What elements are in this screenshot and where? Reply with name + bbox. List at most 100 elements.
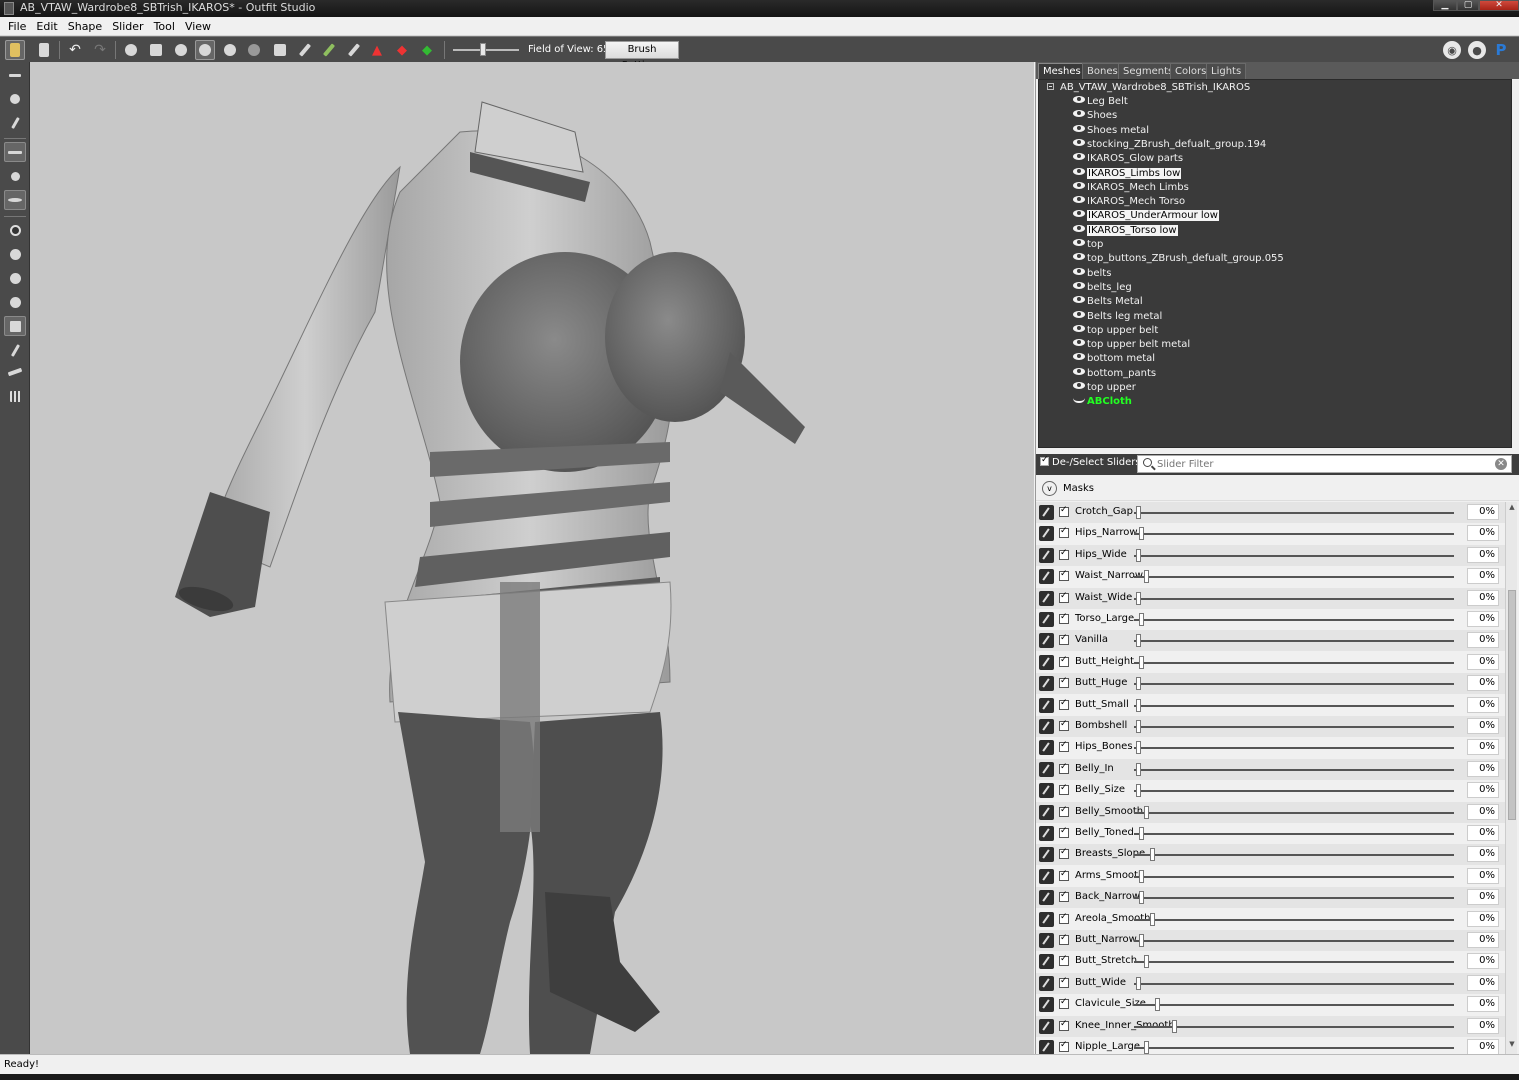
tree-item[interactable]: Shoes metal xyxy=(1073,124,1149,138)
edit-slider-icon[interactable] xyxy=(1039,1018,1054,1034)
slider-checkbox[interactable] xyxy=(1059,954,1069,967)
skeleton-icon[interactable] xyxy=(34,40,54,60)
tree-item[interactable]: IKAROS_Torso low xyxy=(1073,224,1178,238)
slider-value[interactable]: 0% xyxy=(1467,1017,1499,1034)
slider-thumb[interactable] xyxy=(1149,912,1155,926)
slider-thumb[interactable] xyxy=(1144,1041,1150,1054)
edit-slider-icon[interactable] xyxy=(1039,547,1054,563)
slider-value[interactable]: 0% xyxy=(1467,889,1499,906)
tree-item[interactable]: top upper xyxy=(1073,382,1136,395)
tree-item[interactable]: Belts leg metal xyxy=(1073,310,1162,324)
slider-track[interactable] xyxy=(1134,683,1454,686)
slider-checkbox[interactable] xyxy=(1059,762,1069,774)
minimize-button[interactable]: ▁ xyxy=(1433,0,1457,11)
slider-checkbox[interactable] xyxy=(1059,847,1069,860)
slider-track[interactable] xyxy=(1134,768,1454,771)
slider-track[interactable] xyxy=(1134,726,1454,728)
slider-thumb[interactable] xyxy=(1136,784,1141,798)
slider-value[interactable]: 0% xyxy=(1467,696,1499,713)
slider-filter-input[interactable] xyxy=(1157,457,1487,471)
slider-track[interactable] xyxy=(1134,661,1454,664)
slider-checkbox[interactable] xyxy=(1059,912,1069,924)
color-icon[interactable] xyxy=(4,292,26,312)
mask-brush-icon[interactable] xyxy=(146,40,166,60)
slider-checkbox[interactable] xyxy=(1059,698,1069,710)
close-button[interactable]: ✕ xyxy=(1479,0,1519,11)
menu-file[interactable]: File xyxy=(0,17,31,36)
slider-checkbox[interactable] xyxy=(1059,869,1069,881)
edit-slider-icon[interactable] xyxy=(1039,868,1054,884)
edit-slider-icon[interactable] xyxy=(1039,804,1054,820)
cube-icon[interactable] xyxy=(4,316,26,336)
slider-value[interactable]: 0% xyxy=(1467,1039,1499,1054)
edit-slider-icon[interactable] xyxy=(1039,719,1054,734)
slider-track[interactable] xyxy=(1134,961,1454,964)
slider-checkbox[interactable] xyxy=(1059,526,1069,539)
edit-slider-icon[interactable] xyxy=(1039,569,1054,585)
slider-value[interactable]: 0% xyxy=(1467,760,1499,777)
eye-icon[interactable] xyxy=(1073,181,1085,189)
collapse-icon[interactable] xyxy=(1047,83,1054,90)
slider-thumb[interactable] xyxy=(1144,570,1150,584)
eye-icon[interactable] xyxy=(1073,367,1085,375)
slider-thumb[interactable] xyxy=(1136,677,1141,691)
slider-thumb[interactable] xyxy=(1144,805,1150,819)
slider-thumb[interactable] xyxy=(1136,720,1141,733)
slider-thumb[interactable] xyxy=(1136,741,1141,755)
tree-item[interactable]: belts xyxy=(1073,267,1111,281)
slider-thumb[interactable] xyxy=(1138,827,1144,840)
edit-slider-icon[interactable] xyxy=(1039,740,1054,756)
slider-track[interactable] xyxy=(1134,1004,1454,1007)
slider-thumb[interactable] xyxy=(1149,848,1155,862)
slider-thumb[interactable] xyxy=(1136,976,1141,990)
pivot-icon[interactable] xyxy=(4,89,26,109)
tree-item[interactable]: stocking_ZBrush_defualt_group.194 xyxy=(1073,138,1266,152)
slider-scrollbar[interactable]: ▲ ▼ xyxy=(1505,502,1517,1054)
slider-thumb[interactable] xyxy=(1138,613,1144,626)
tree-item[interactable]: top xyxy=(1073,239,1103,252)
slider-track[interactable] xyxy=(1134,833,1454,835)
menu-tool[interactable]: Tool xyxy=(149,17,180,36)
slider-checkbox[interactable] xyxy=(1059,1019,1069,1031)
slider-track[interactable] xyxy=(1134,533,1454,536)
split-edge-icon[interactable]: ◆ xyxy=(417,40,437,60)
slider-value[interactable]: 0% xyxy=(1467,867,1499,884)
slider-value[interactable]: 0% xyxy=(1467,974,1499,991)
eye-icon[interactable] xyxy=(1073,224,1085,232)
maximize-button[interactable]: ▢ xyxy=(1457,0,1479,11)
lighting-icon[interactable] xyxy=(4,244,26,264)
slider-thumb[interactable] xyxy=(1136,506,1141,519)
slider-track[interactable] xyxy=(1134,576,1454,579)
tree-item[interactable]: IKAROS_Glow parts xyxy=(1073,153,1183,166)
eye-icon[interactable] xyxy=(1073,153,1085,161)
texture-icon[interactable] xyxy=(4,268,26,288)
edit-slider-icon[interactable] xyxy=(1039,590,1054,606)
slider-checkbox[interactable] xyxy=(1059,1040,1069,1052)
tree-item[interactable]: top_buttons_ZBrush_defualt_group.055 xyxy=(1073,253,1284,266)
slider-track[interactable] xyxy=(1134,704,1454,707)
slider-track[interactable] xyxy=(1134,897,1454,900)
slider-checkbox[interactable] xyxy=(1059,740,1069,753)
edit-slider-icon[interactable] xyxy=(1039,997,1054,1013)
slider-thumb[interactable] xyxy=(1138,527,1144,541)
weight-brush-icon[interactable] xyxy=(295,40,315,60)
edit-slider-icon[interactable] xyxy=(1039,826,1054,841)
edit-slider-icon[interactable] xyxy=(1039,633,1054,649)
flip-edge-icon[interactable]: ◆ xyxy=(392,40,412,60)
slider-track[interactable] xyxy=(1134,640,1454,643)
tab-bones[interactable]: Bones xyxy=(1082,63,1123,79)
eye-icon[interactable] xyxy=(1073,253,1085,261)
slider-checkbox[interactable] xyxy=(1059,997,1069,1010)
slider-track[interactable] xyxy=(1134,512,1454,514)
slider-value[interactable]: 0% xyxy=(1467,996,1499,1013)
tree-item[interactable]: top upper belt metal xyxy=(1073,339,1190,352)
menu-edit[interactable]: Edit xyxy=(31,17,62,36)
edit-slider-icon[interactable] xyxy=(1039,975,1054,991)
slider-checkbox[interactable] xyxy=(1059,612,1069,624)
show-mask-icon[interactable] xyxy=(4,142,26,162)
slider-thumb[interactable] xyxy=(1138,655,1144,669)
slider-track[interactable] xyxy=(1134,619,1454,621)
tree-item[interactable]: Leg Belt xyxy=(1073,96,1128,109)
bone-edit-icon[interactable] xyxy=(4,340,26,360)
deflate-brush-icon[interactable] xyxy=(195,40,215,60)
